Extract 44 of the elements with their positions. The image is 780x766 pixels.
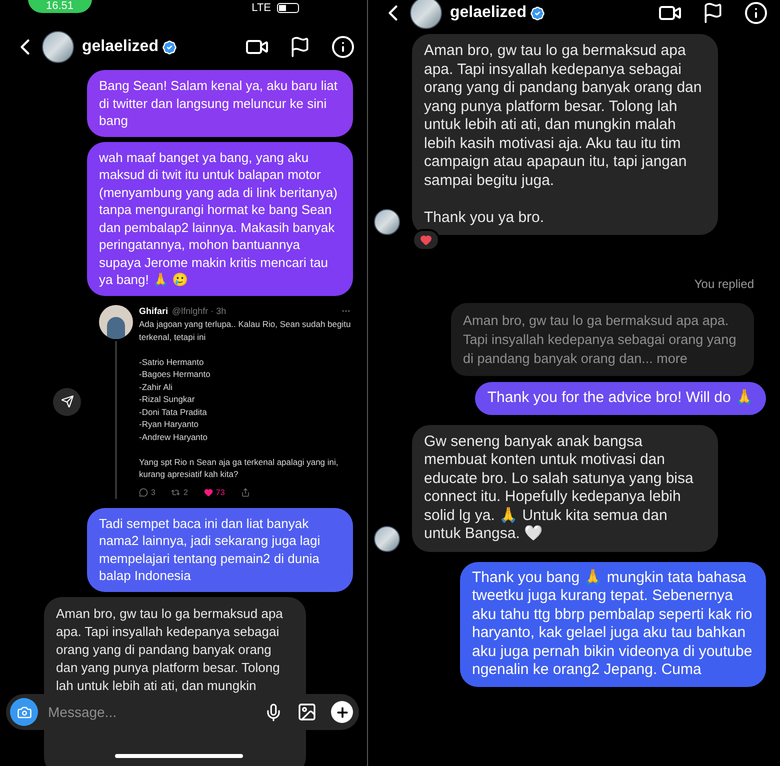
camera-icon	[16, 704, 32, 720]
reply-label: You replied	[694, 276, 754, 293]
send-icon	[60, 395, 74, 408]
quoted-message: Aman bro, gw tau lo ga bermaksud apa apa. Tapi insyallah kedepanya sebagai orang yang di pandang banyak orang dan... more	[451, 303, 754, 376]
info-icon[interactable]	[331, 35, 355, 59]
sent-message: Thank you bang 🙏 mungkin tata bahasa tweetku juga kurang tepat. Sebenernya aku tahu ttg bbrp pembalap seperti kak rio haryanto, kak gelael juga aku tau bahkan aku juga pernah bikin videonya di youtube ngenalin ke orang2 Jepang. Cuma	[460, 562, 766, 686]
avatar	[42, 31, 74, 63]
flag-icon[interactable]	[702, 2, 724, 24]
reply-icon[interactable]	[139, 488, 148, 497]
sent-message: Bang Sean! Salam kenal ya, aku baru liat di twitter dan langsung meluncur ke sini bang	[87, 70, 353, 136]
flag-icon[interactable]	[289, 36, 311, 58]
tweet-handle: @lfnlghfr · 3h	[172, 304, 226, 318]
tweet-text: Ada jagoan yang terlupa.. Kalau Rio, Sean sudah begitu terkenal, tetapi ini -Satrio Hermanto -Bagoes Hermanto -Zahir Ali -Rizal Sungkar -Doni Tata Pradita -Ryan Haryanto -Andrew Haryanto Yang spt Rio n Sean aja ga terkenal apalagi yang ini, kurang apresiatif kah kita?	[139, 318, 351, 480]
battery-icon	[277, 3, 299, 13]
mic-icon[interactable]	[264, 702, 283, 722]
share-icon[interactable]	[240, 488, 250, 497]
network-label: LTE	[252, 0, 271, 16]
avatar	[374, 209, 400, 235]
retweet-icon[interactable]	[171, 488, 180, 497]
plus-icon	[334, 704, 350, 720]
received-message: Gw seneng banyak anak bangsa membuat konten untuk motivasi dan educate bro. Lo salah satunya yang bisa connect itu. Hopefully kedepanya lebih solid lg ya. 🙏 Untuk kita semua dan untuk Bangsa. 🤍	[412, 424, 718, 552]
username[interactable]: gelaelized	[82, 35, 158, 59]
like-count: 73	[216, 486, 225, 498]
info-icon[interactable]	[744, 1, 768, 25]
like-icon[interactable]	[204, 488, 213, 497]
author-avatar	[99, 304, 133, 338]
tweet-author: Ghifari	[139, 304, 168, 318]
sent-message: wah maaf banget ya bang, yang aku maksud di twit itu untuk balapan motor (menyambung yang ada di link beritanya) tanpa mengurangi hormat ke bang Sean dan pembalap2 lainnya. Makasih banyak peringatannya, mohon bantuannya supaya Jerome makin kritis mencari tau ya bang! 🙏 🥲	[87, 142, 353, 296]
sent-message: Thank you for the advice bro! Will do 🙏	[475, 382, 766, 414]
gallery-icon[interactable]	[297, 702, 317, 722]
add-button[interactable]	[331, 701, 353, 723]
camera-button[interactable]	[10, 698, 38, 726]
retweet-count: 2	[183, 486, 188, 498]
avatar	[374, 526, 400, 552]
sent-message: Tadi sempet baca ini dan liat banyak nama2 lainnya, jadi sekarang juga lagi mempelajari tentang pemain2 di dunia balap Indonesia	[87, 508, 353, 592]
heart-icon	[420, 234, 432, 246]
message-input[interactable]: Message...	[48, 702, 264, 722]
share-button[interactable]	[53, 388, 81, 416]
reaction-badge[interactable]	[412, 229, 440, 251]
username[interactable]: gelaelized	[450, 1, 526, 25]
avatar	[410, 0, 442, 29]
reply-count: 3	[151, 486, 156, 498]
received-message: Aman bro, gw tau lo ga bermaksud apa apa. Tapi insyallah kedepanya sebagai orang yang di pandang banyak orang dan yang punya platform besar. Tolong lah untuk lebih ati ati, dan mungkin malah lebih kasih motivasi aja. Aku tau itu tim campaign atau apapaun itu, tapi jangan sampai begitu juga. Thank you ya bro.	[412, 34, 718, 235]
status-time: 16.51	[28, 0, 92, 13]
